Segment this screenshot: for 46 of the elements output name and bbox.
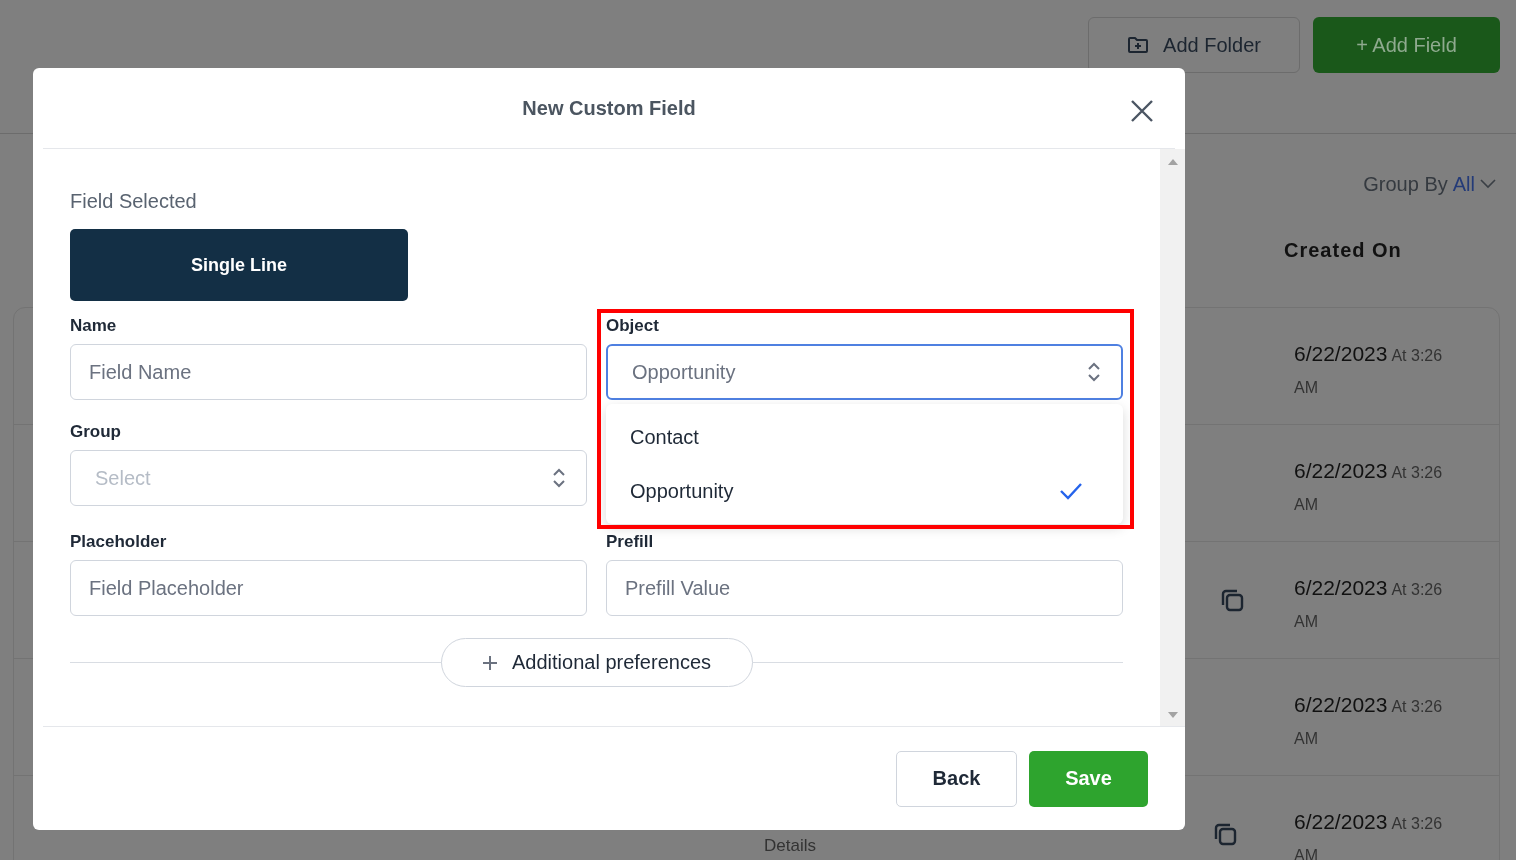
created-date: 6/22/2023 (1294, 576, 1388, 599)
created-meridiem: AM (1294, 495, 1319, 515)
sort-arrows-icon (552, 467, 566, 489)
field-label: Name (70, 316, 118, 336)
created-time: At 3:26 (1391, 698, 1443, 715)
field-selected-label: Field Selected (70, 189, 198, 213)
additional-preferences-button[interactable]: Additional preferences (440, 638, 753, 687)
dropdown-option[interactable]: Opportunity (606, 464, 1123, 518)
select-field[interactable]: Opportunity (606, 344, 1123, 400)
created-date: 6/22/2023 (1294, 342, 1388, 365)
sort-arrows-icon (1087, 361, 1101, 383)
modal-title: New Custom Field (522, 96, 696, 120)
copy-icon[interactable] (1220, 588, 1244, 612)
scroll-down-icon[interactable] (1167, 712, 1178, 718)
chevron-down-icon (1480, 179, 1496, 189)
field-label: Placeholder (70, 532, 168, 552)
plus-icon (482, 654, 498, 671)
input-field[interactable]: Field Placeholder (70, 560, 587, 616)
scroll-up-icon[interactable] (1167, 159, 1178, 165)
created-time: At 3:26 (1391, 464, 1443, 481)
created-time: At 3:26 (1391, 581, 1443, 598)
group-by-dropdown[interactable]: Group By All (1363, 172, 1496, 196)
field-label: Group (70, 422, 122, 442)
column-header: Created On (1284, 238, 1402, 262)
created-date: 6/22/2023 (1294, 693, 1388, 716)
input-field[interactable]: Field Name (70, 344, 587, 400)
created-date: 6/22/2023 (1294, 810, 1388, 833)
table-cell: Details (764, 836, 816, 856)
created-time: At 3:26 (1391, 815, 1443, 832)
add-field-button[interactable]: + Add Field (1313, 17, 1500, 73)
save-button[interactable]: Save (1029, 750, 1148, 807)
field-label: Prefill (606, 532, 655, 552)
created-time: At 3:26 (1391, 347, 1443, 364)
scrollbar[interactable] (1160, 149, 1185, 726)
input-field[interactable]: Prefill Value (606, 560, 1123, 616)
created-date: 6/22/2023 (1294, 459, 1388, 482)
back-button[interactable]: Back (896, 750, 1017, 807)
copy-icon[interactable] (1213, 822, 1237, 846)
created-meridiem: AM (1294, 612, 1319, 632)
field-type-card[interactable]: Single Line (70, 229, 408, 301)
field-label: Object (606, 316, 660, 336)
dropdown-option[interactable]: Contact (606, 410, 1123, 464)
close-icon[interactable] (1130, 99, 1154, 123)
created-meridiem: AM (1294, 729, 1319, 749)
folder-plus-icon (1127, 36, 1150, 54)
created-meridiem: AM (1294, 378, 1319, 398)
